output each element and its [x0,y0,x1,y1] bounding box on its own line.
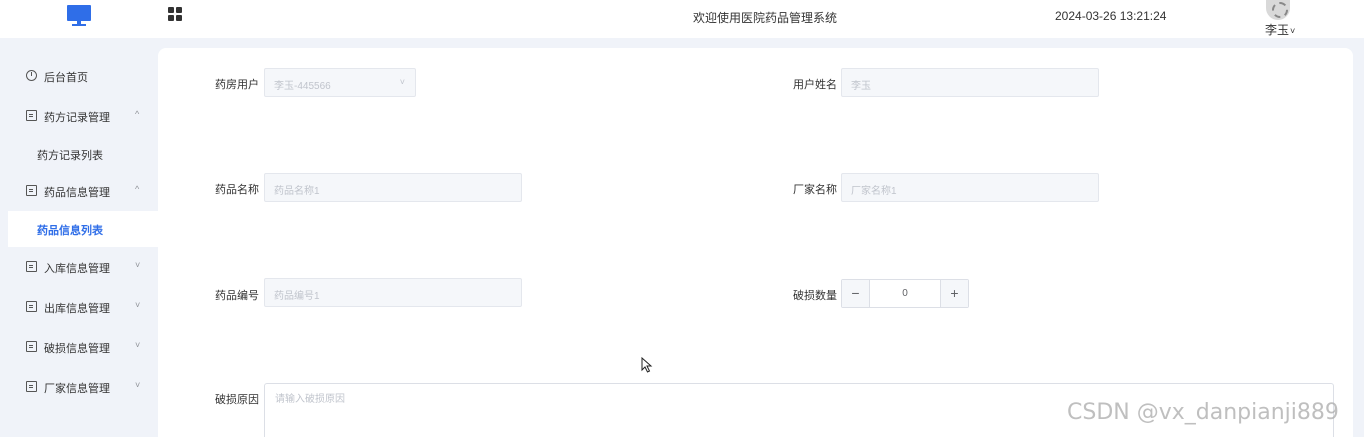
user-name-field[interactable]: 李玉 [841,68,1099,97]
sidebar-item-outbound-mgmt[interactable]: 出库信息管理 ˅ [0,289,158,325]
user-name-label: 用户姓名 [793,79,837,91]
sidebar: 后台首页 药方记录管理 ^ 药方记录列表 药品信息管理 ^ 药品信息列表 入库信… [0,38,158,437]
maker-name-placeholder: 厂家名称1 [851,186,897,197]
sidebar-item-label: 后台首页 [44,72,88,84]
drug-code-placeholder: 药品编号1 [274,291,320,302]
sidebar-item-damage-mgmt[interactable]: 破损信息管理 ˅ [0,329,158,365]
damage-reason-placeholder: 请输入破损原因 [275,394,345,405]
card-icon [26,110,37,121]
sidebar-item-label: 出库信息管理 [44,303,110,315]
card-icon [26,341,37,352]
sidebar-item-label: 破损信息管理 [44,343,110,355]
drug-code-label: 药品编号 [215,290,259,302]
chevron-down-icon: ˅ [135,300,141,310]
chevron-up-icon: ^ [135,109,140,119]
decrement-button[interactable]: − [842,280,870,307]
sidebar-subitem-label: 药方记录列表 [37,150,103,162]
chevron-down-icon: ˅ [1290,26,1296,36]
sidebar-item-label: 厂家信息管理 [44,383,110,395]
damage-reason-label: 破损原因 [215,394,259,406]
drug-name-placeholder: 药品名称1 [274,186,320,197]
chevron-down-icon: ˅ [135,380,141,390]
sidebar-subitem-drug-list[interactable]: 药品信息列表 [8,211,158,247]
menu-grid-icon[interactable] [168,7,183,22]
user-name-value: 李玉 [851,81,871,92]
damage-qty-label: 破损数量 [793,290,837,302]
pharmacy-user-select[interactable]: 李玉-445566 ˅ [264,68,416,97]
sidebar-item-dashboard[interactable]: 后台首页 [0,58,158,94]
drug-name-label: 药品名称 [215,184,259,196]
increment-button[interactable]: + [940,280,968,307]
card-icon [26,381,37,392]
clock-icon [26,70,37,81]
sidebar-item-prescription-mgmt[interactable]: 药方记录管理 ^ [0,98,158,134]
drug-code-field[interactable]: 药品编号1 [264,278,522,307]
sidebar-item-label: 药方记录管理 [44,112,110,124]
maker-name-field[interactable]: 厂家名称1 [841,173,1099,202]
current-datetime: 2024-03-26 13:21:24 [1055,9,1167,23]
damage-qty-input[interactable]: 0 [870,280,940,307]
chevron-up-icon: ^ [135,184,140,194]
chevron-down-icon: ˅ [135,260,141,270]
sidebar-item-drug-mgmt[interactable]: 药品信息管理 ^ [0,173,158,209]
damage-qty-stepper[interactable]: − 0 + [841,279,969,308]
username-label: 李玉 [1265,23,1290,37]
card-icon [26,301,37,312]
sidebar-item-label: 药品信息管理 [44,187,110,199]
top-header: 欢迎使用医院药品管理系统 2024-03-26 13:21:24 李玉˅ [0,0,1364,38]
sidebar-item-label: 入库信息管理 [44,263,110,275]
watermark-text: CSDN @vx_danpianji889 [1067,400,1339,425]
pharmacy-user-value: 李玉-445566 [274,81,331,92]
sidebar-item-inbound-mgmt[interactable]: 入库信息管理 ˅ [0,249,158,285]
maker-name-label: 厂家名称 [793,184,837,196]
sidebar-item-maker-mgmt[interactable]: 厂家信息管理 ˅ [0,369,158,405]
system-title: 欢迎使用医院药品管理系统 [693,11,838,25]
monitor-logo-icon [67,5,91,27]
user-menu[interactable]: 李玉˅ [1265,21,1295,38]
drug-name-field[interactable]: 药品名称1 [264,173,522,202]
sidebar-subitem-prescription-list[interactable]: 药方记录列表 [8,136,158,172]
chevron-down-icon: ˅ [399,77,405,87]
damage-form-card: 药房用户 李玉-445566 ˅ 用户姓名 李玉 药品名称 药品名称1 厂家名称… [158,48,1353,437]
card-icon [26,185,37,196]
chevron-down-icon: ˅ [135,340,141,350]
avatar[interactable] [1266,0,1290,20]
card-icon [26,261,37,272]
pharmacy-user-label: 药房用户 [215,79,259,91]
sidebar-subitem-label: 药品信息列表 [37,225,103,237]
